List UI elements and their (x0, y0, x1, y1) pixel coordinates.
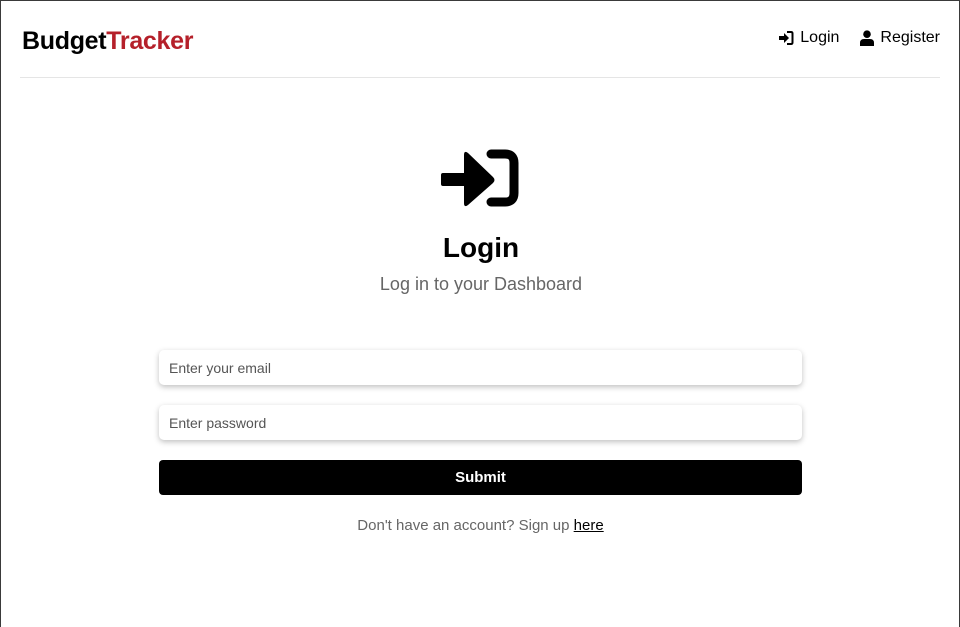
brand-name-part2: Tracker (106, 27, 194, 55)
nav-login-label: Login (800, 29, 840, 46)
nav-login-link[interactable]: Login (778, 28, 839, 48)
browser-frame: BudgetTracker Login Register Login Log i… (0, 0, 960, 627)
page-subtitle: Log in to your Dashboard (379, 274, 583, 294)
sign-in-icon (779, 31, 794, 45)
brand-logo[interactable]: BudgetTracker (22, 26, 193, 56)
login-form: Submit Don't have an account? Sign up he… (159, 350, 802, 534)
password-field[interactable] (159, 405, 802, 440)
nav-register-link[interactable]: Register (860, 28, 940, 48)
user-icon (860, 30, 875, 46)
header: BudgetTracker Login Register (20, 1, 940, 78)
signup-prompt-text: Don't have an account? Sign up (357, 517, 574, 534)
login-hero: Login Log in to your Dashboard (1, 147, 960, 295)
page-title: Login (442, 232, 520, 263)
signup-link[interactable]: here (574, 517, 604, 534)
top-nav: Login Register (778, 28, 940, 48)
brand-name-part1: Budget (22, 27, 107, 55)
email-field[interactable] (159, 350, 802, 385)
sign-in-icon (441, 149, 519, 207)
submit-button[interactable]: Submit (159, 460, 802, 495)
nav-register-label: Register (880, 29, 940, 46)
signup-prompt: Don't have an account? Sign up here (159, 517, 802, 534)
